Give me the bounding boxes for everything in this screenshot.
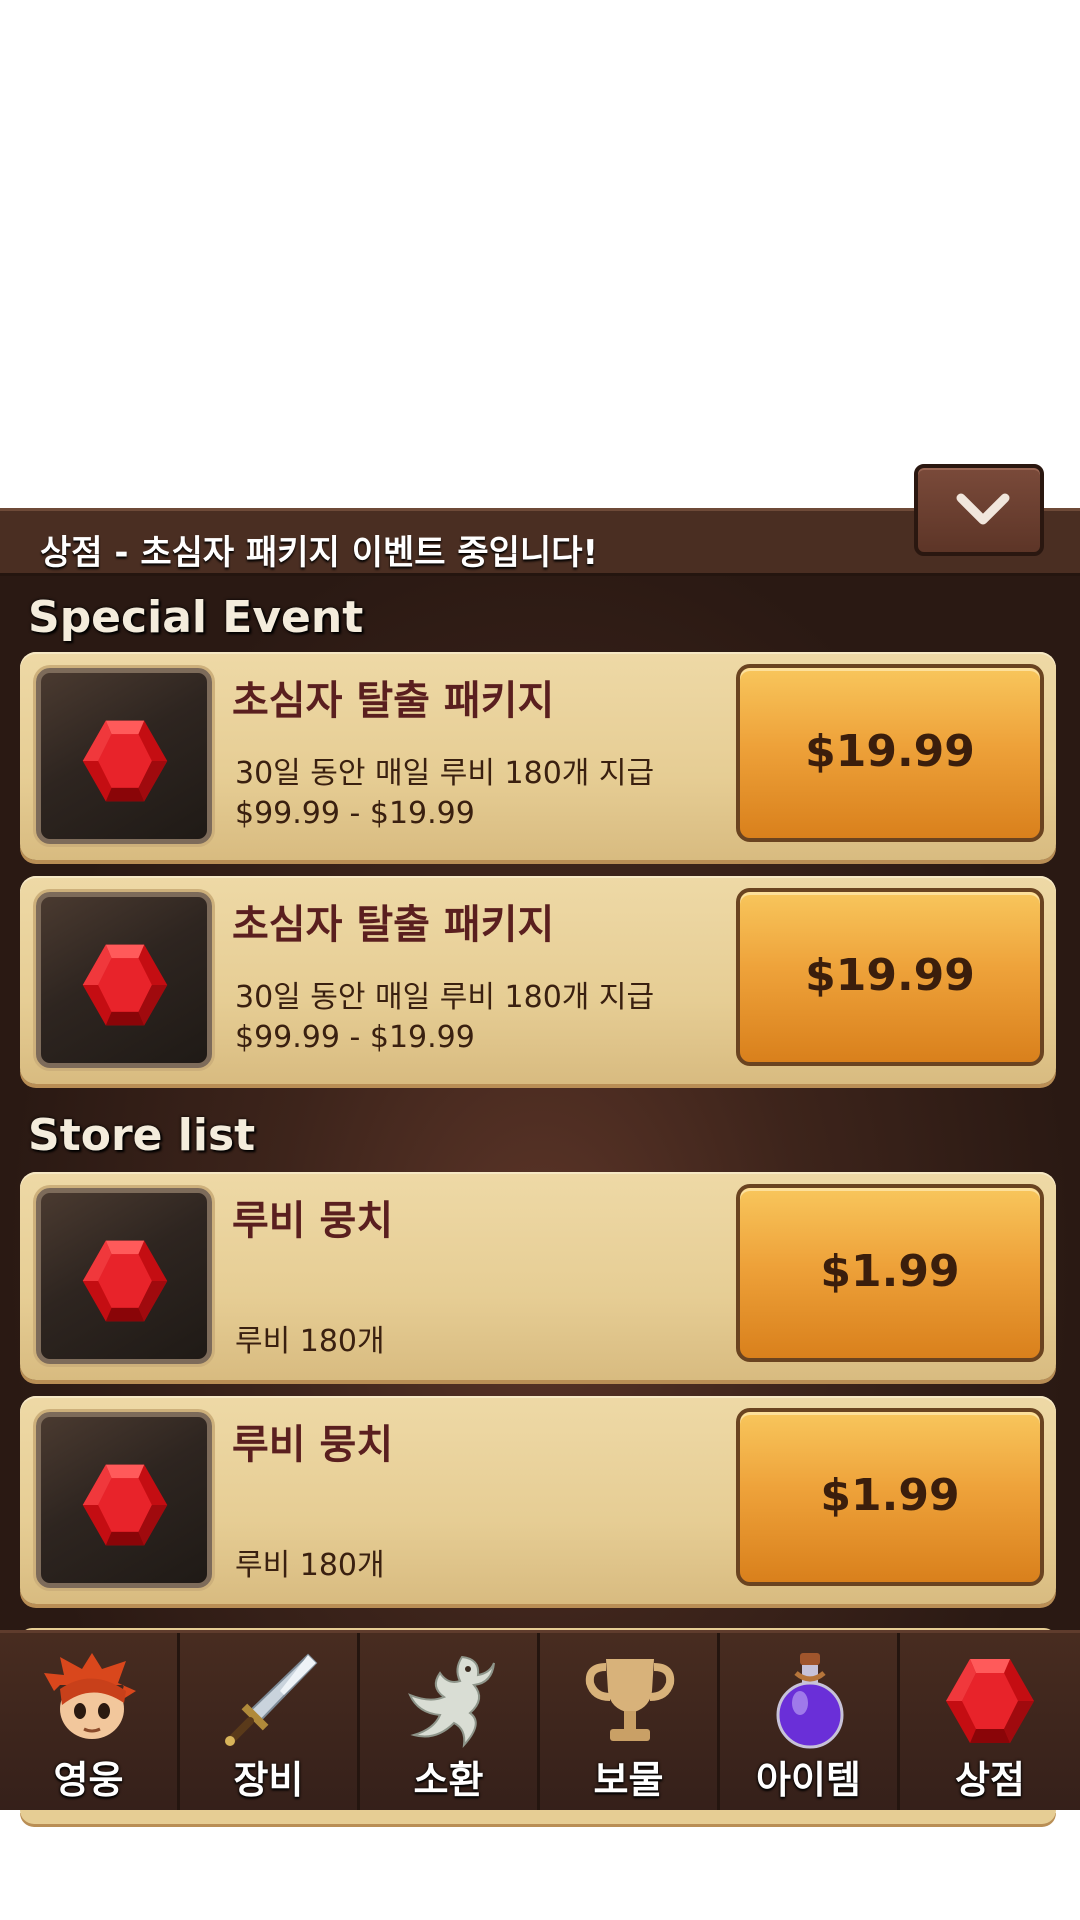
buy-button[interactable]: $1.99 xyxy=(736,1408,1044,1586)
collapse-button[interactable] xyxy=(914,464,1044,556)
item-name: 루비 뭉치 xyxy=(232,1198,394,1244)
price-label: $19.99 xyxy=(805,726,975,777)
tab-shop[interactable]: 상점 xyxy=(900,1633,1080,1810)
ruby-icon xyxy=(946,1659,1034,1743)
tab-label: 상점 xyxy=(955,1758,1025,1802)
store-item-card: 루비 뭉치 루비 180개 $1.99 xyxy=(20,1172,1056,1380)
special-item-card: 초심자 탈출 패키지 30일 동안 매일 루비 180개 지급 $99.99 -… xyxy=(20,652,1056,860)
section-title-special: Special Event xyxy=(28,592,364,643)
hero-icon xyxy=(44,1653,136,1739)
item-icon-frame xyxy=(36,892,212,1068)
bottom-tab-bar: 영웅 장비 소환 보물 아이템 상점 xyxy=(0,1630,1080,1810)
item-name: 초심자 탈출 패키지 xyxy=(232,678,555,724)
trophy-icon xyxy=(585,1659,675,1741)
shop-header-title: 상점 - 초심자 패키지 이벤트 중입니다! xyxy=(40,533,599,573)
chevron-down-icon xyxy=(956,493,1010,525)
item-description: 30일 동안 매일 루비 180개 지급 xyxy=(235,980,655,1015)
item-discount: $99.99 - $19.99 xyxy=(235,1020,475,1055)
card-bottom-edge xyxy=(20,1810,1056,1824)
dragon-icon xyxy=(408,1655,495,1749)
store-item-card: 루비 뭉치 루비 180개 $1.99 xyxy=(20,1396,1056,1604)
tab-summon[interactable]: 소환 xyxy=(360,1633,540,1810)
price-label: $1.99 xyxy=(820,1246,960,1297)
tab-label: 보물 xyxy=(593,1758,664,1802)
tab-label: 소환 xyxy=(413,1758,484,1802)
tab-label: 아이템 xyxy=(756,1758,861,1802)
tab-label: 영웅 xyxy=(53,1758,124,1802)
tab-treasure[interactable]: 보물 xyxy=(540,1633,720,1810)
buy-button[interactable]: $1.99 xyxy=(736,1184,1044,1362)
section-title-store: Store list xyxy=(28,1110,256,1161)
buy-button[interactable]: $19.99 xyxy=(736,888,1044,1066)
item-icon-frame xyxy=(36,668,212,844)
tab-equipment[interactable]: 장비 xyxy=(180,1633,360,1810)
price-label: $1.99 xyxy=(820,1470,960,1521)
special-item-card: 초심자 탈출 패키지 30일 동안 매일 루비 180개 지급 $99.99 -… xyxy=(20,876,1056,1084)
ruby-icon xyxy=(82,720,168,802)
item-icon-frame xyxy=(36,1412,212,1588)
item-description: 루비 180개 xyxy=(235,1324,385,1359)
item-name: 루비 뭉치 xyxy=(232,1422,394,1468)
tab-hero[interactable]: 영웅 xyxy=(0,1633,180,1810)
sword-icon xyxy=(225,1653,318,1746)
item-discount: $99.99 - $19.99 xyxy=(235,796,475,831)
item-icon-frame xyxy=(36,1188,212,1364)
ruby-icon xyxy=(82,1464,168,1546)
tab-label: 장비 xyxy=(233,1758,304,1802)
item-name: 초심자 탈출 패키지 xyxy=(232,902,555,948)
ruby-icon xyxy=(82,944,168,1026)
potion-icon xyxy=(776,1653,844,1749)
item-description: 30일 동안 매일 루비 180개 지급 xyxy=(235,756,655,791)
item-description: 루비 180개 xyxy=(235,1548,385,1583)
buy-button[interactable]: $19.99 xyxy=(736,664,1044,842)
ruby-icon xyxy=(82,1240,168,1322)
tab-items[interactable]: 아이템 xyxy=(720,1633,900,1810)
price-label: $19.99 xyxy=(805,950,975,1001)
